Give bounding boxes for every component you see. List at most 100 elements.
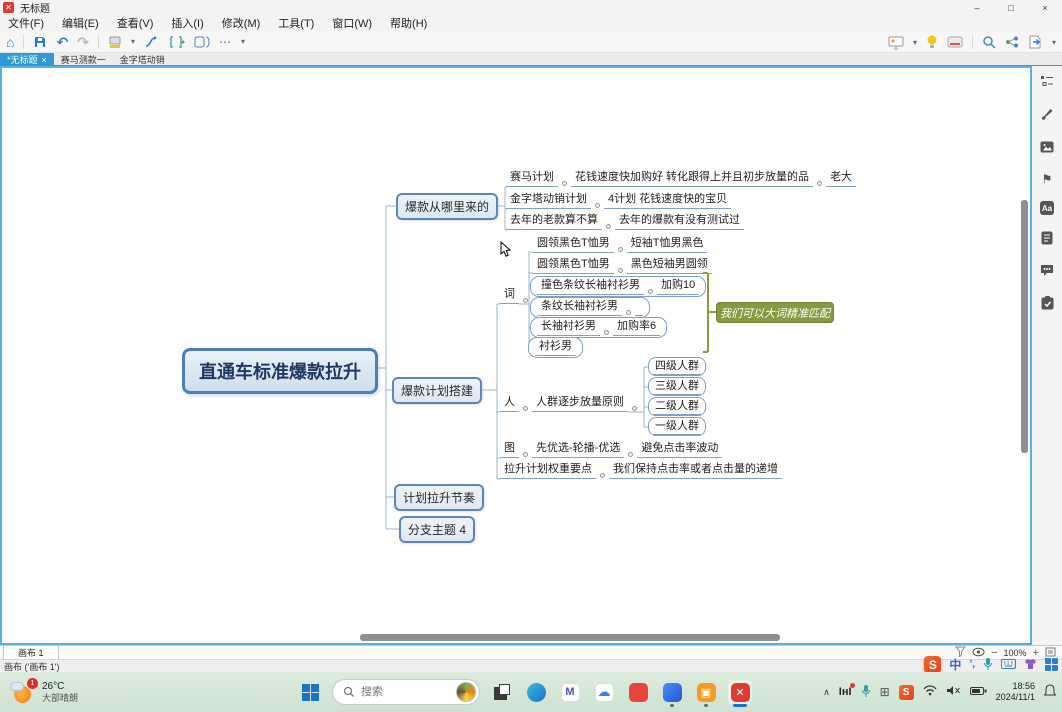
topic[interactable]: 去年的老款算不算 — [506, 213, 602, 230]
expand-dot[interactable] — [606, 224, 611, 229]
tray-sogou-icon[interactable]: S — [899, 685, 914, 700]
expand-dot[interactable] — [618, 247, 623, 252]
boundary-icon[interactable] — [194, 33, 210, 51]
topic[interactable]: 短袖T恤男黑色 — [627, 236, 708, 253]
topic[interactable]: 圆领黑色T恤男 — [533, 257, 614, 274]
relationship-icon[interactable] — [144, 33, 160, 51]
presentation-caret[interactable]: ▾ — [913, 38, 917, 47]
undo-icon[interactable]: ↶ — [56, 33, 68, 51]
horizontal-scrollbar[interactable] — [360, 634, 780, 641]
summary-icon[interactable] — [169, 33, 185, 51]
cloud-app-icon[interactable]: ☁ — [592, 680, 616, 704]
banner-icon[interactable] — [947, 33, 963, 51]
topic[interactable]: 黑色短袖男圆领 — [627, 257, 712, 274]
image-icon[interactable] — [1040, 140, 1054, 157]
blue-app-icon[interactable] — [660, 680, 684, 704]
format-brush-icon[interactable] — [1040, 107, 1054, 124]
close-button[interactable]: × — [1028, 0, 1062, 15]
battery-icon[interactable] — [970, 685, 987, 699]
topic[interactable] — [635, 313, 643, 316]
topic[interactable]: 长袖衬衫男 — [537, 319, 600, 336]
orange-app-icon[interactable]: ▣ — [694, 680, 718, 704]
weather-widget[interactable]: 1 26°C 大部晴朗 — [10, 680, 78, 704]
tray-m-icon[interactable]: IнI — [839, 686, 852, 698]
audience-level-box[interactable]: 一级人群 — [648, 417, 706, 436]
audience-level-box[interactable]: 二级人群 — [648, 397, 706, 416]
expand-dot[interactable] — [817, 181, 822, 186]
topic-people[interactable]: 人 — [500, 395, 519, 412]
fill-color-icon[interactable] — [108, 33, 122, 51]
menu-edit[interactable]: 编辑(E) — [62, 15, 99, 31]
expand-dot[interactable] — [600, 473, 605, 478]
branch-topic-rhythm[interactable]: 计划拉升节奏 — [394, 484, 484, 511]
tab-saima[interactable]: 赛马测款一 — [54, 53, 113, 66]
mindmap-app-icon[interactable]: ✕ — [728, 680, 752, 704]
notification-bell-icon[interactable] — [1044, 684, 1056, 700]
search-input[interactable] — [361, 686, 441, 698]
idea-bulb-icon[interactable] — [926, 33, 938, 51]
canvas-tab[interactable]: 画布 1 — [3, 646, 59, 659]
expand-dot[interactable] — [626, 310, 631, 315]
topic[interactable]: 4计划 花钱速度快的宝贝 — [604, 192, 731, 209]
edge-browser-icon[interactable] — [524, 680, 548, 704]
save-icon[interactable] — [33, 33, 47, 51]
topic[interactable]: 去年的爆款有没有测试过 — [615, 213, 744, 230]
more-tools-icon[interactable]: ⋯ — [219, 33, 232, 51]
maximize-button[interactable]: □ — [994, 0, 1028, 15]
menu-view[interactable]: 查看(V) — [117, 15, 154, 31]
task-icon[interactable] — [1041, 296, 1054, 313]
tray-capture-icon[interactable]: ⊞ — [880, 685, 890, 699]
topic[interactable]: 条纹长袖衬衫男 — [537, 299, 622, 316]
tab-untitled[interactable]: *无标题 × — [0, 53, 54, 66]
export-caret[interactable]: ▾ — [1052, 38, 1056, 47]
expand-dot[interactable] — [604, 330, 609, 335]
menu-file[interactable]: 文件(F) — [8, 15, 44, 31]
topic[interactable]: 花钱速度快加购好 转化跟得上并且初步放量的品 — [571, 170, 813, 187]
taskbar-search[interactable] — [332, 679, 480, 705]
red-app-icon[interactable] — [626, 680, 650, 704]
punctuation-icon[interactable]: ’, — [969, 659, 975, 670]
branch-topic-4[interactable]: 分支主题 4 — [399, 516, 475, 543]
mic-icon[interactable] — [983, 657, 993, 673]
topic[interactable]: 加购率6 — [613, 319, 660, 336]
topic[interactable]: 避免点击率波动 — [637, 441, 722, 458]
expand-dot[interactable] — [632, 406, 637, 411]
home-icon[interactable]: ⌂ — [6, 33, 14, 51]
clock[interactable]: 18:56 2024/11/1 — [996, 681, 1035, 704]
topic[interactable]: 加购10 — [657, 278, 699, 295]
topic[interactable]: 圆领黑色T恤男 — [533, 236, 614, 253]
summary-callout[interactable]: 我们可以大词精准匹配 — [716, 302, 834, 323]
topic-word[interactable]: 词 — [500, 287, 519, 304]
menu-window[interactable]: 窗口(W) — [332, 15, 372, 31]
expand-dot[interactable] — [523, 406, 528, 411]
topic[interactable]: 我们保持点击率或者点击量的递增 — [609, 462, 782, 479]
start-button[interactable] — [298, 680, 322, 704]
skin-shirt-icon[interactable] — [1024, 658, 1037, 672]
tab-close-icon[interactable]: × — [42, 55, 47, 65]
expand-dot[interactable] — [618, 268, 623, 273]
chinese-mode-icon[interactable]: 中 — [949, 656, 961, 673]
expand-dot[interactable] — [595, 203, 600, 208]
outline-icon[interactable] — [1040, 74, 1054, 91]
comment-icon[interactable] — [1040, 264, 1054, 280]
audience-level-box[interactable]: 四级人群 — [648, 357, 706, 376]
expand-dot[interactable] — [562, 181, 567, 186]
m-app-icon[interactable]: M — [558, 680, 582, 704]
sogou-logo-icon[interactable]: S — [924, 656, 941, 673]
task-view-button[interactable] — [490, 680, 514, 704]
export-icon[interactable] — [1028, 33, 1043, 51]
topic[interactable]: 人群逐步放量原则 — [532, 395, 628, 412]
topic[interactable]: 衬衫男 — [535, 339, 576, 356]
tray-expand-icon[interactable]: ∧ — [823, 687, 830, 698]
expand-dot[interactable] — [628, 452, 633, 457]
topic[interactable]: 金字塔动销计划 — [506, 192, 591, 209]
tab-jinzita[interactable]: 金字塔动销 — [113, 53, 172, 66]
topic[interactable]: 撞色条纹长袖衬衫男 — [537, 278, 644, 295]
volume-muted-icon[interactable] — [946, 685, 961, 699]
expand-dot[interactable] — [523, 298, 528, 303]
menu-help[interactable]: 帮助(H) — [390, 15, 427, 31]
branch-topic-plan[interactable]: 爆款计划搭建 — [392, 377, 482, 404]
minimize-button[interactable]: – — [960, 0, 994, 15]
wifi-icon[interactable] — [923, 685, 937, 699]
marker-flag-icon[interactable]: ⚑ — [1042, 173, 1053, 185]
